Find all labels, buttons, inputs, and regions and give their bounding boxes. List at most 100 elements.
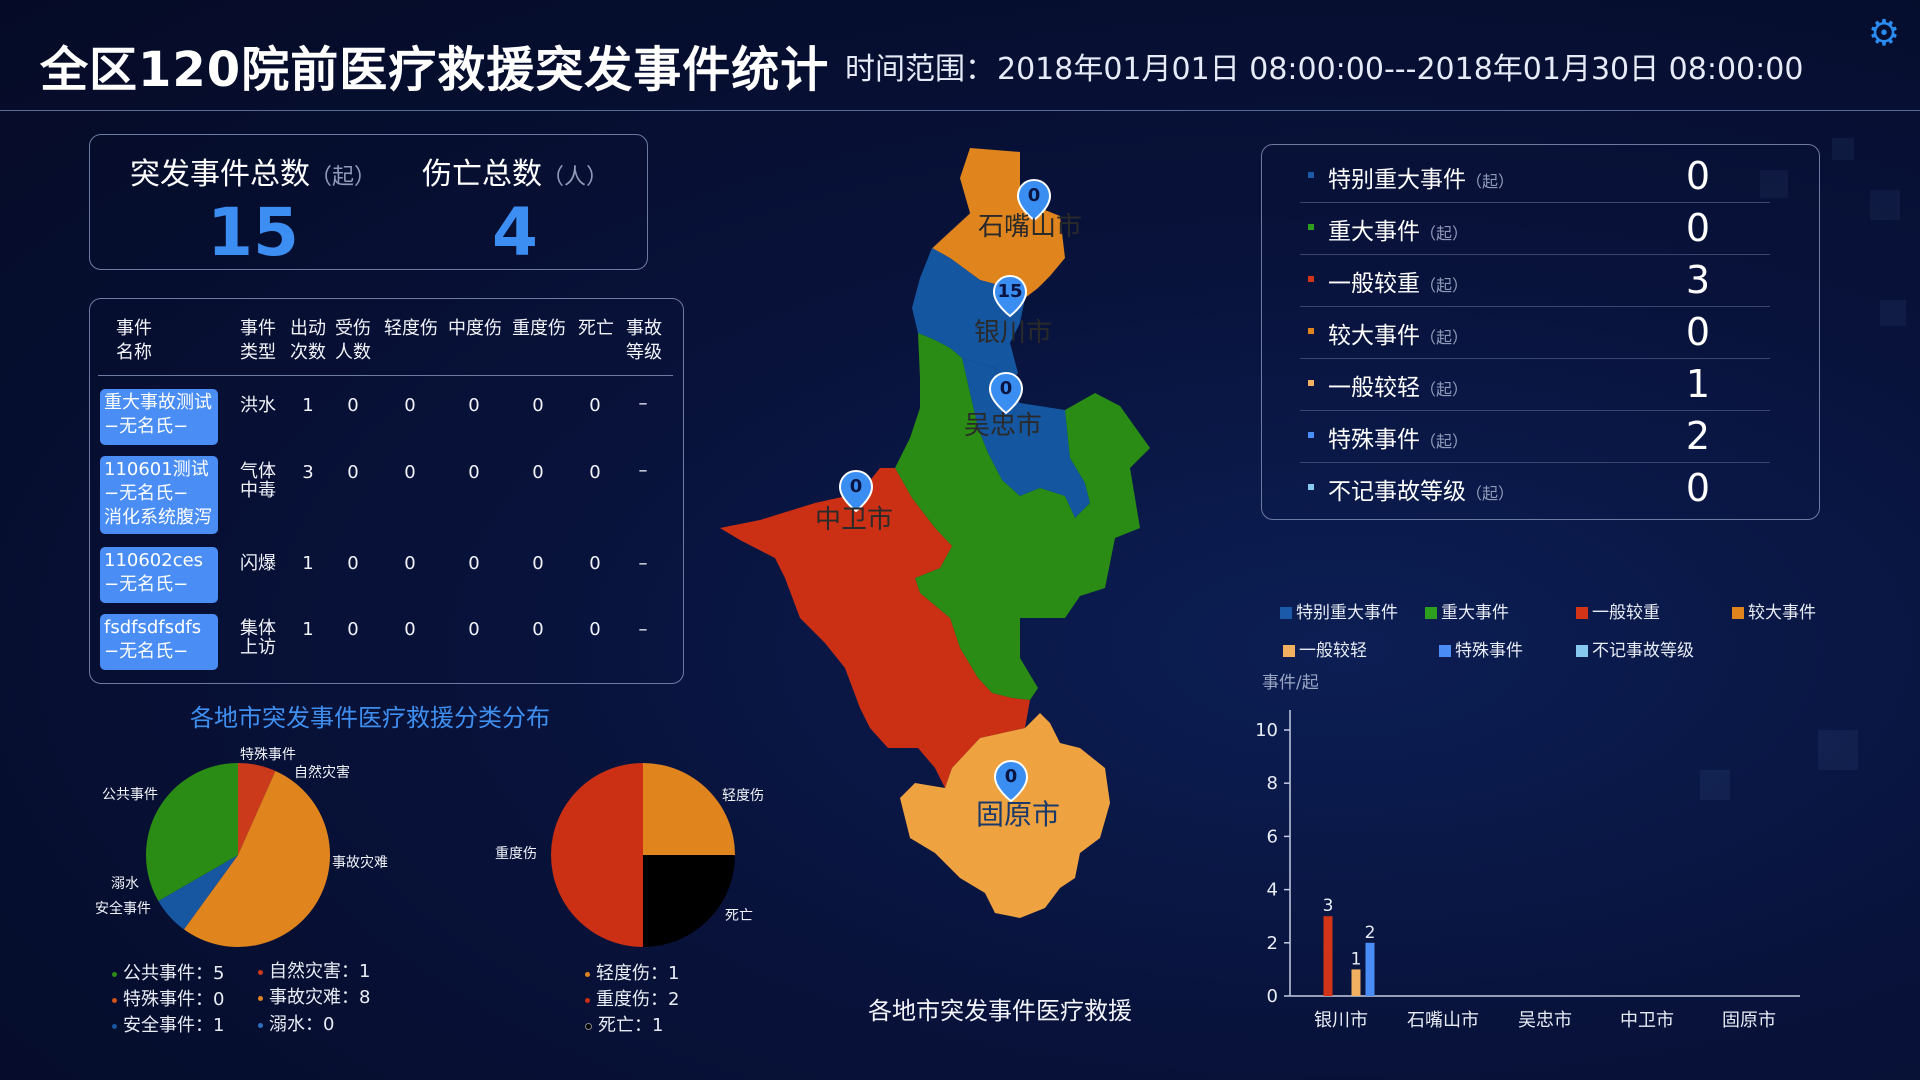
table-cell-dispatch: 3 bbox=[302, 462, 314, 483]
stat-value: 3 bbox=[1685, 258, 1710, 302]
event-name-button[interactable]: 110601测试 −无名氏− 消化系统腹泻 bbox=[100, 456, 218, 534]
pie-section-title: 各地市突发事件医疗救援分类分布 bbox=[190, 704, 550, 732]
stat-row: 重大事件（起） 0 bbox=[1300, 202, 1770, 255]
col-header-medium: 中度伤 bbox=[448, 318, 502, 339]
slice-label-drowning: 溺水 bbox=[111, 876, 139, 892]
stat-color-marker bbox=[1308, 224, 1314, 230]
stat-label: 一般较重 bbox=[1328, 271, 1420, 297]
stat-row: 较大事件（起） 0 bbox=[1300, 306, 1770, 359]
bar[interactable] bbox=[1323, 916, 1333, 996]
x-tick-label: 银川市 bbox=[1314, 1010, 1368, 1031]
map-pin-count: 0 bbox=[849, 476, 863, 497]
bar-legend-item[interactable]: 一般较重 bbox=[1576, 598, 1660, 623]
map-pin-count: 0 bbox=[999, 378, 1013, 399]
stat-row: 不记事故等级（起） 0 bbox=[1300, 462, 1770, 514]
pie-slice[interactable] bbox=[551, 763, 643, 947]
bar-legend-item[interactable]: 特殊事件 bbox=[1439, 636, 1523, 661]
legend-item: 公共事件：5 bbox=[112, 959, 224, 985]
table-cell-level: – bbox=[638, 460, 648, 481]
map-city-label: 石嘴山市 bbox=[978, 212, 1083, 242]
events-total-label: 突发事件总数 bbox=[129, 157, 310, 192]
x-tick-label: 石嘴山市 bbox=[1407, 1010, 1479, 1031]
table-cell-severe: 0 bbox=[532, 462, 544, 483]
legend-item: 安全事件：1 bbox=[112, 1011, 224, 1037]
time-range-label: 时间范围： bbox=[845, 52, 995, 87]
map-title: 各地市突发事件医疗救援 bbox=[868, 997, 1132, 1025]
stat-color-marker bbox=[1308, 432, 1314, 438]
y-tick-label: 0 bbox=[1267, 986, 1278, 1007]
table-cell-level: – bbox=[638, 393, 648, 414]
table-cell-death: 0 bbox=[589, 462, 601, 483]
bar-legend-item[interactable]: 不记事故等级 bbox=[1576, 636, 1694, 661]
table-divider bbox=[98, 375, 673, 376]
casualty-total: 伤亡总数（人） 4 bbox=[410, 149, 620, 269]
slice-label-severe: 重度伤 bbox=[495, 846, 537, 862]
legend-item: 自然灾害：1 bbox=[258, 957, 370, 983]
legend-item: 溺水：0 bbox=[258, 1010, 334, 1036]
stat-unit: （起） bbox=[1466, 484, 1515, 503]
legend-item: 轻度伤：1 bbox=[585, 959, 679, 985]
stats-panel: 特别重大事件（起） 0 重大事件（起） 0 一般较重（起） 3 较大事件（起） … bbox=[1261, 144, 1820, 520]
time-range-value: 2018年01月01日 08:00:00---2018年01月30日 08:00… bbox=[997, 52, 1804, 87]
stat-label: 重大事件 bbox=[1328, 219, 1420, 245]
stat-value: 0 bbox=[1685, 206, 1710, 250]
col-header-type: 事件 类型 bbox=[240, 318, 276, 363]
events-total-unit: （起） bbox=[309, 165, 376, 190]
col-header-dispatch: 出动 次数 bbox=[290, 318, 326, 363]
stat-row: 一般较轻（起） 1 bbox=[1300, 358, 1770, 411]
bar-legend-item[interactable]: 重大事件 bbox=[1425, 598, 1509, 623]
table-cell-type: 闪爆 bbox=[240, 553, 276, 574]
table-cell-severe: 0 bbox=[532, 395, 544, 416]
gear-icon[interactable]: ⚙ bbox=[1866, 14, 1902, 54]
bar-value-label: 3 bbox=[1323, 896, 1334, 916]
stat-label: 不记事故等级 bbox=[1328, 479, 1466, 505]
x-tick-label: 中卫市 bbox=[1620, 1010, 1674, 1031]
time-range: 时间范围：2018年01月01日 08:00:00---2018年01月30日 … bbox=[845, 44, 1803, 88]
bar-legend-item[interactable]: 一般较轻 bbox=[1283, 636, 1367, 661]
bar[interactable] bbox=[1351, 969, 1361, 996]
table-cell-light: 0 bbox=[404, 462, 416, 483]
bar[interactable] bbox=[1365, 942, 1375, 996]
map-city-label: 吴忠市 bbox=[964, 411, 1043, 441]
slice-label-special: 特殊事件 bbox=[240, 747, 296, 763]
city-bar-chart: 事件/起0246810银川市312石嘴山市 吴忠市 中卫市 固原市 bbox=[1255, 673, 1800, 1031]
stat-value: 0 bbox=[1685, 154, 1710, 198]
table-cell-type: 洪水 bbox=[240, 395, 276, 416]
map-pin-count: 0 bbox=[1027, 185, 1041, 206]
stat-unit: （起） bbox=[1420, 328, 1469, 347]
y-tick-label: 10 bbox=[1255, 720, 1278, 741]
table-cell-dispatch: 1 bbox=[302, 395, 314, 416]
category-pie-chart bbox=[146, 763, 330, 947]
table-cell-death: 0 bbox=[589, 619, 601, 640]
stat-value: 0 bbox=[1685, 466, 1710, 510]
table-cell-severe: 0 bbox=[532, 553, 544, 574]
bar-legend-item[interactable]: 较大事件 bbox=[1732, 598, 1816, 623]
slice-label-safety: 安全事件 bbox=[95, 901, 151, 917]
stat-color-marker bbox=[1308, 484, 1314, 490]
stat-value: 0 bbox=[1685, 310, 1710, 354]
bar-legend-item[interactable]: 特别重大事件 bbox=[1280, 598, 1398, 623]
event-name-button[interactable]: 重大事故测试 −无名氏− bbox=[100, 389, 218, 445]
slice-label-accident: 事故灾难 bbox=[332, 855, 388, 871]
col-header-level: 事故 等级 bbox=[626, 318, 662, 363]
legend-item: 死亡：1 bbox=[585, 1011, 663, 1037]
table-cell-severe: 0 bbox=[532, 619, 544, 640]
table-cell-dispatch: 1 bbox=[302, 619, 314, 640]
y-tick-label: 2 bbox=[1267, 933, 1278, 954]
map-pin-count: 15 bbox=[997, 281, 1023, 302]
stat-color-marker bbox=[1308, 172, 1314, 178]
event-name-button[interactable]: 110602ces −无名氏− bbox=[100, 547, 218, 603]
stat-label: 特别重大事件 bbox=[1328, 167, 1466, 193]
casualty-total-label: 伤亡总数 bbox=[421, 157, 542, 192]
event-name-button[interactable]: fsdfsdfsdfs −无名氏− bbox=[100, 614, 218, 670]
stat-label: 一般较轻 bbox=[1328, 375, 1420, 401]
table-cell-dispatch: 1 bbox=[302, 553, 314, 574]
table-cell-light: 0 bbox=[404, 395, 416, 416]
stat-row: 一般较重（起） 3 bbox=[1300, 254, 1770, 307]
stat-row: 特殊事件（起） 2 bbox=[1300, 410, 1770, 463]
table-cell-level: – bbox=[638, 553, 648, 574]
x-tick-label: 固原市 bbox=[1722, 1010, 1776, 1031]
table-cell-injured: 0 bbox=[347, 395, 359, 416]
casualty-total-unit: （人） bbox=[541, 165, 608, 190]
injury-pie-chart bbox=[551, 763, 735, 947]
